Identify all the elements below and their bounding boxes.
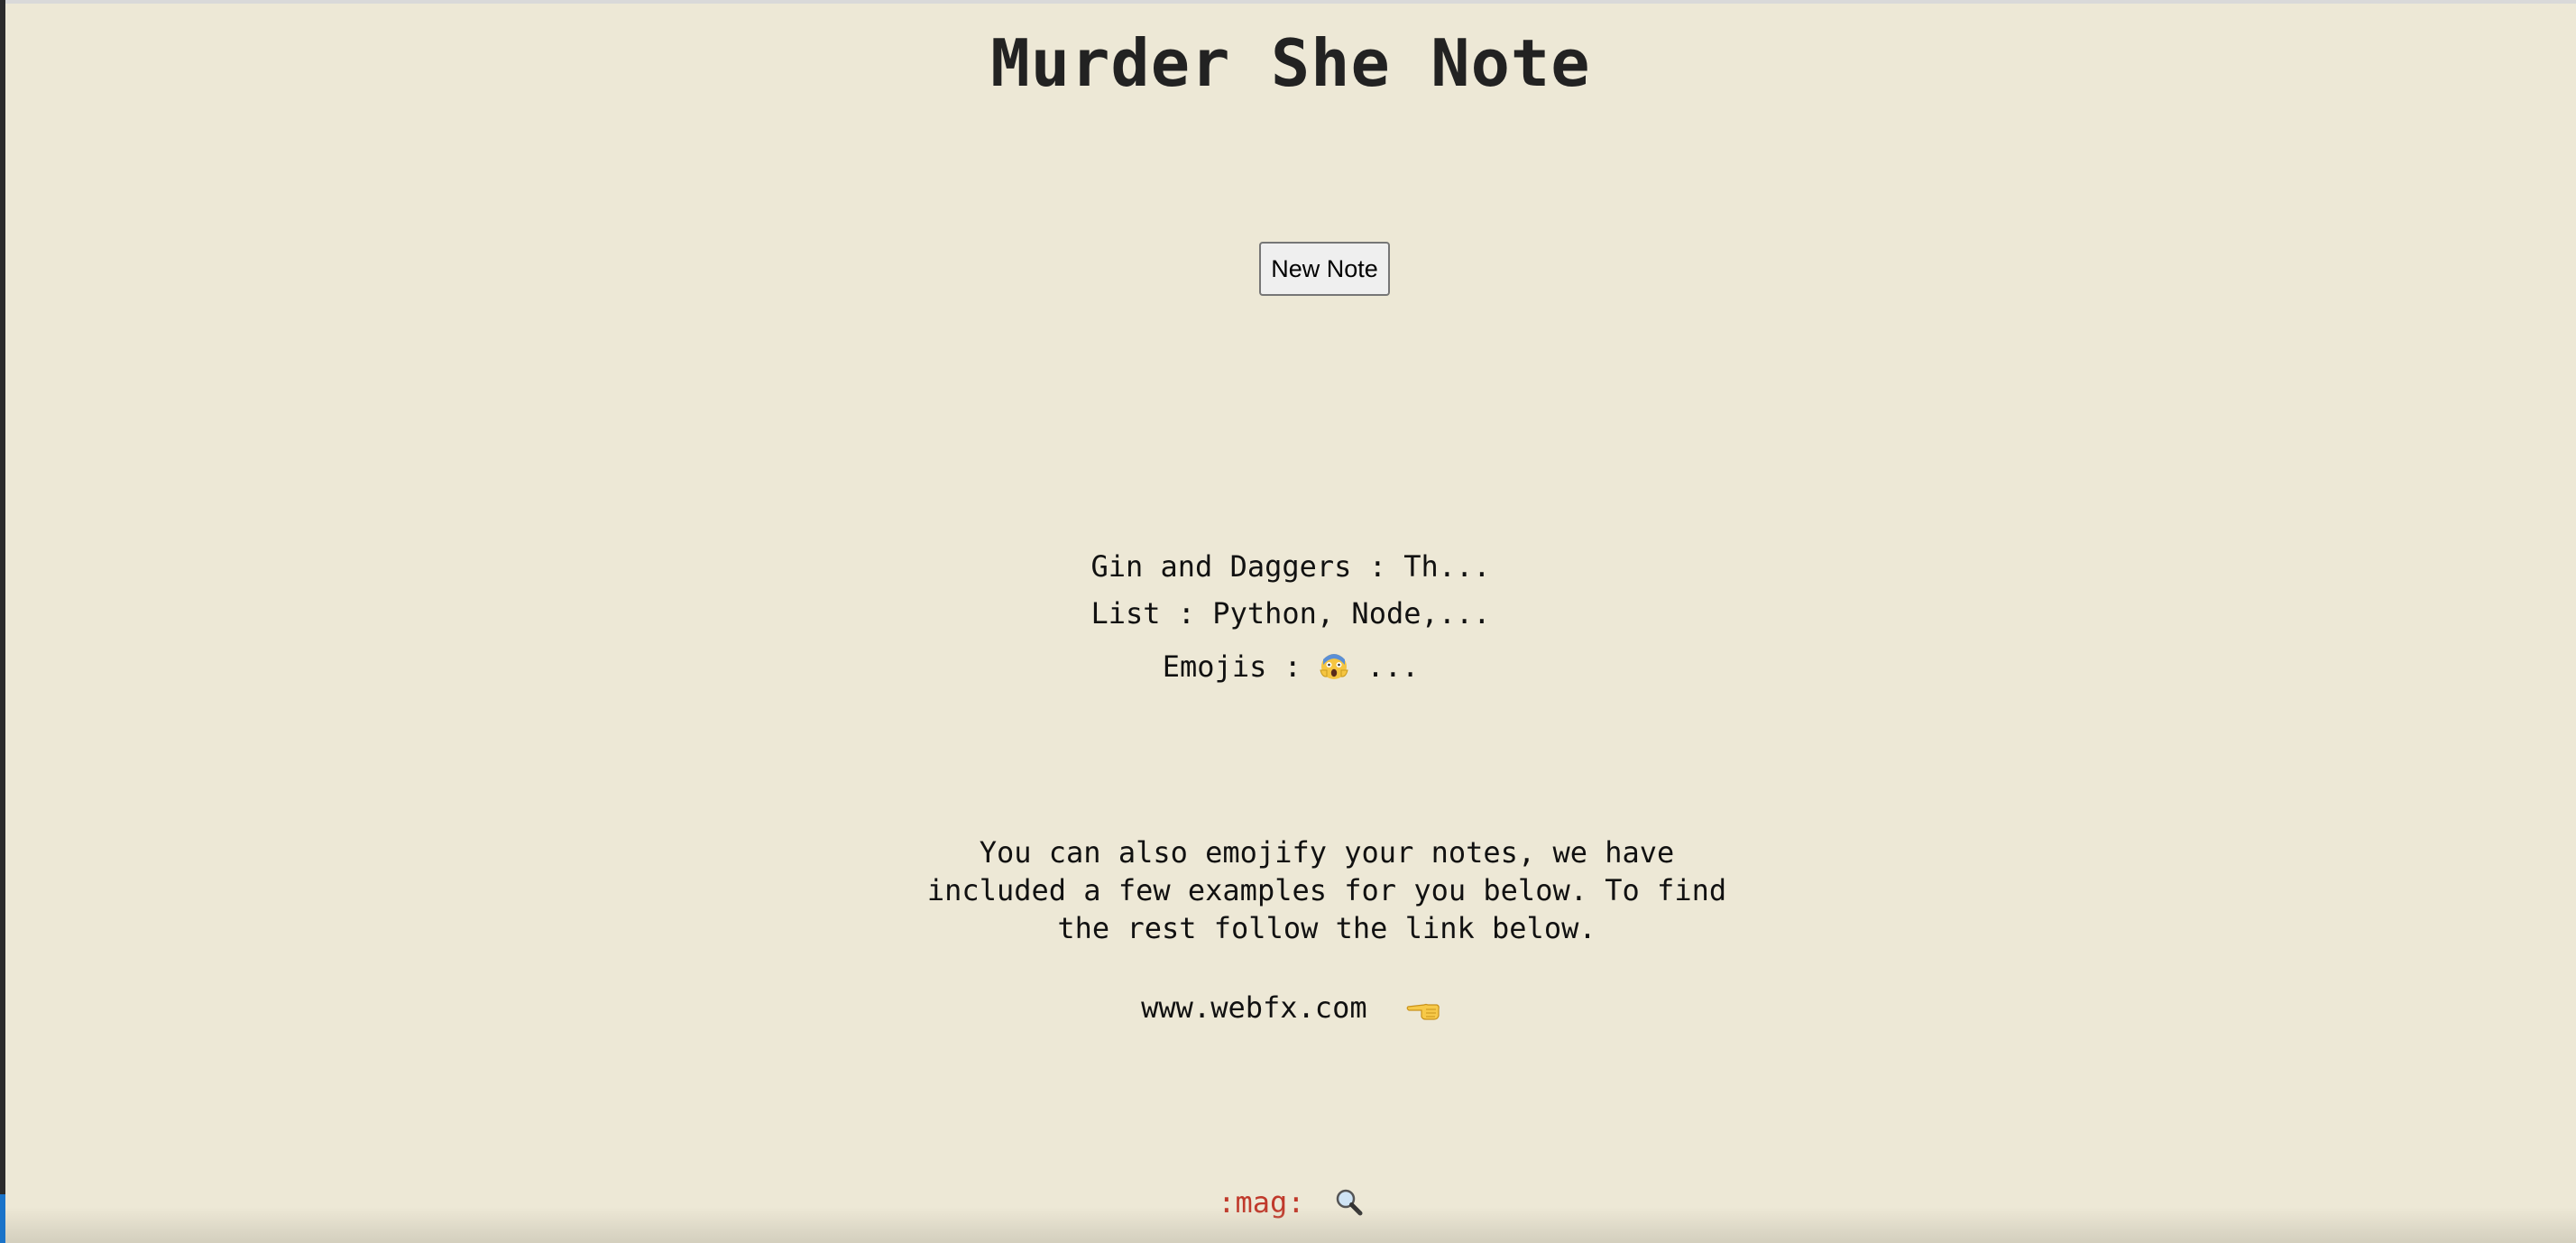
note-item-emojis-prefix: Emojis : xyxy=(1162,649,1320,684)
emoji-code-mag: :mag: xyxy=(1218,1185,1305,1220)
note-item-emojis[interactable]: Emojis : ... xyxy=(5,637,2576,696)
webfx-link[interactable]: www.webfx.com xyxy=(1141,990,1366,1025)
note-item-list[interactable]: List : Python, Node,... xyxy=(5,590,2576,637)
link-row: www.webfx.com xyxy=(5,990,2576,1025)
emoji-example-mag: :mag: xyxy=(5,1185,2576,1220)
emojify-info-text: You can also emojify your notes, we have… xyxy=(926,835,1727,945)
notes-list: Gin and Daggers : Th... List : Python, N… xyxy=(5,543,2576,696)
note-item-emojis-suffix: ... xyxy=(1366,649,1420,684)
magnifying-glass-icon xyxy=(1336,1189,1363,1216)
note-item-gin-and-daggers[interactable]: Gin and Daggers : Th... xyxy=(5,543,2576,590)
new-note-button[interactable]: New Note xyxy=(1259,242,1390,296)
pointing-left-hand-icon xyxy=(1406,1003,1440,1020)
app-page: Murder She Note New Note Gin and Daggers… xyxy=(5,4,2576,1243)
page-title: Murder She Note xyxy=(990,25,1591,101)
scream-icon xyxy=(1320,654,1348,679)
